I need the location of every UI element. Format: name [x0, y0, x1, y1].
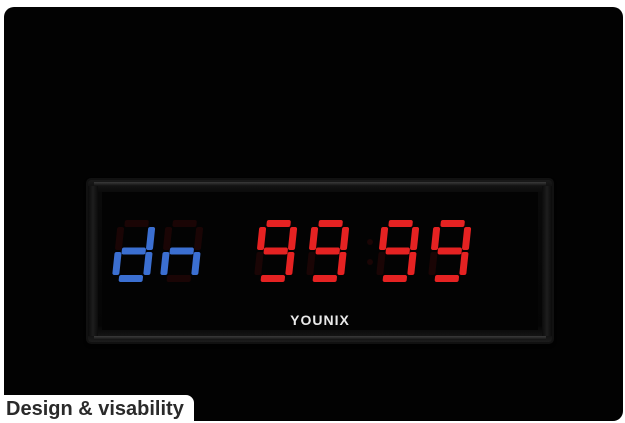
segment-b: [194, 227, 204, 250]
segment-g: [263, 247, 288, 255]
segment-c: [285, 252, 295, 275]
segment-d: [382, 275, 408, 282]
time-digit-4: [376, 220, 420, 282]
timer-endcap-left: [88, 186, 98, 336]
segment-c: [337, 252, 347, 275]
segment-f: [257, 227, 267, 250]
segment-f: [163, 227, 173, 250]
segment-e: [160, 252, 170, 275]
brand-logo: YOUNIX: [290, 312, 350, 328]
caption-label: Design & visability: [0, 395, 194, 421]
segment-e: [428, 252, 438, 275]
segment-f: [431, 227, 441, 250]
colon-dot-1: [367, 239, 373, 245]
mode-digit-1: [112, 220, 156, 282]
segment-d: [260, 275, 286, 282]
segment-b: [146, 227, 156, 250]
mode-digit-2: [160, 220, 204, 282]
segment-b: [340, 227, 350, 250]
segment-e: [306, 252, 316, 275]
time-digit-2: [306, 220, 350, 282]
segment-g: [169, 247, 194, 255]
segment-g: [121, 247, 146, 255]
segment-b: [462, 227, 472, 250]
segment-a: [440, 220, 465, 227]
colon-dot-2: [367, 259, 373, 265]
product-photo: YOUNIX: [4, 7, 623, 421]
segment-g: [385, 247, 410, 255]
time-digit-1: [254, 220, 298, 282]
segment-c: [191, 252, 201, 275]
time-digit-5: [428, 220, 472, 282]
segment-a: [266, 220, 291, 227]
led-timer-device: YOUNIX: [88, 180, 552, 342]
segment-c: [459, 252, 469, 275]
segment-c: [407, 252, 417, 275]
segment-f: [115, 227, 125, 250]
segment-d: [434, 275, 460, 282]
segment-f: [379, 227, 389, 250]
timer-endcap-right: [542, 186, 552, 336]
led-digits-display: [112, 220, 472, 282]
segment-a: [172, 220, 197, 227]
segment-a: [318, 220, 343, 227]
segment-c: [143, 252, 153, 275]
segment-g: [315, 247, 340, 255]
segment-b: [410, 227, 420, 250]
segment-e: [376, 252, 386, 275]
segment-g: [437, 247, 462, 255]
timer-frame-bottom: [94, 336, 546, 340]
segment-b: [288, 227, 298, 250]
segment-d: [312, 275, 338, 282]
segment-d: [118, 275, 144, 282]
timer-frame-top: [94, 182, 546, 186]
segment-a: [388, 220, 413, 227]
segment-f: [309, 227, 319, 250]
timer-face: YOUNIX: [102, 192, 538, 330]
segment-e: [112, 252, 122, 275]
segment-e: [254, 252, 264, 275]
segment-a: [124, 220, 149, 227]
segment-d: [166, 275, 192, 282]
